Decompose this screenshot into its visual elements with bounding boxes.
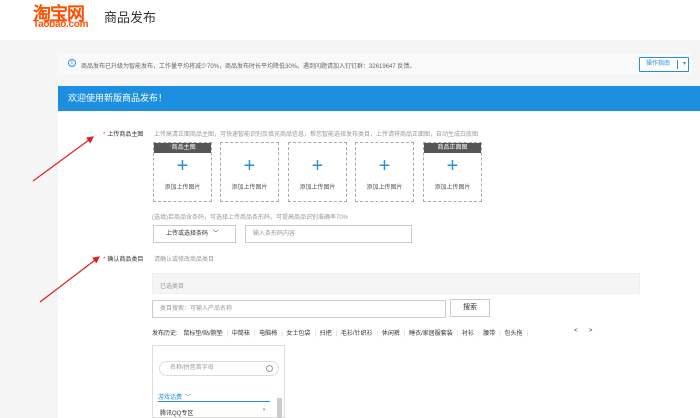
chevron-down-icon: ▾ (682, 61, 686, 67)
history-item[interactable]: 女士包袋 (286, 331, 310, 337)
plus-icon: + (311, 155, 324, 177)
guide-button[interactable]: 操作指南 ▾ (639, 57, 689, 72)
notice-text: 商品发布已升级为智能发布，工作量平均将减少70%，商品发布时长平均降低30%。遇… (81, 64, 416, 70)
category-search-input[interactable]: 类目搜索：可输入产品名称 (152, 300, 446, 318)
upload-box-label: 添加上传图片 (231, 185, 268, 191)
category-search-button[interactable]: 搜索 (450, 299, 490, 317)
plus-icon: + (243, 155, 256, 177)
upload-box[interactable]: + 添加上传图片 (288, 142, 347, 202)
history-item[interactable]: 衬衫 (462, 331, 474, 337)
page-title: 商品发布 (104, 10, 157, 25)
upload-main-image-label: * 上传商品主图 (103, 132, 144, 138)
barcode-hint: (选填)若商品含条码，可选择上传商品条形码，可提高商品识别准确率70% (152, 215, 349, 221)
top-bar: 淘宝网 Taobao.com 商品发布 (0, 0, 700, 40)
history-item[interactable]: 毛衫/针织衫 (341, 331, 373, 337)
category-tree-search[interactable]: 名称/拼音首字母 (159, 361, 279, 376)
upload-box[interactable]: + 添加上传图片 (220, 142, 279, 202)
notice-bar: i 商品发布已升级为智能发布，工作量平均将减少70%，商品发布时长平均降低30%… (58, 53, 692, 75)
history-item[interactable]: 鼠标垫/贴/腕垫 (183, 331, 222, 337)
publish-history: 发布历史: 鼠标垫/贴/腕垫 | 中筒袜 | 电脑椅 | 女士包袋 | 扫把 | 毛衫/针… (152, 328, 593, 337)
history-item[interactable]: 腰带 (483, 331, 495, 337)
category-tree-panel: 名称/拼音首字母 游戏话费 ﹀ 腾讯QQ专区 › (152, 345, 285, 418)
upload-box-label: 添加上传图片 (366, 185, 403, 191)
plus-icon: + (378, 155, 391, 177)
upload-box-label: 添加上传图片 (299, 185, 336, 191)
chevron-right-icon: › (263, 407, 265, 413)
upload-box-front[interactable]: 商品正面图 + 添加上传图片 (423, 142, 482, 202)
upload-hint: 上传高清正面商品主图，可快速智能识别及填充商品信息，帮您智能选择发布类目，上传请… (154, 132, 479, 138)
card-title: 欢迎使用新版商品发布！ (58, 86, 700, 111)
history-item[interactable]: 休闲裤 (382, 331, 400, 337)
tree-scrollbar[interactable] (277, 398, 282, 418)
history-item[interactable]: 睡衣/家居服套装 (409, 331, 453, 337)
history-next-icon[interactable]: > (589, 328, 593, 334)
category-hint: 请确认或修改商品类目 (154, 257, 215, 263)
plus-icon: + (446, 155, 459, 177)
guide-button-label: 操作指南 (646, 61, 671, 67)
barcode-select-button[interactable]: 上传或选择条码 ﹀ (153, 225, 236, 243)
upload-box-label: 添加上传图片 (434, 185, 471, 191)
chevron-down-icon: ﹀ (212, 231, 219, 237)
upload-box-label: 添加上传图片 (164, 185, 201, 191)
selected-category-box: 已选类目 (152, 273, 640, 294)
search-icon (266, 365, 273, 372)
history-prev-icon[interactable]: < (574, 328, 578, 334)
upload-box-tag: 商品正面图 (424, 143, 481, 153)
barcode-input[interactable]: 输入条形码内容 (245, 225, 412, 243)
history-item[interactable]: 包头拖 (504, 331, 522, 337)
taobao-logo-subtitle[interactable]: Taobao.com (33, 19, 88, 30)
upload-box-tag: *商品主图 (154, 143, 211, 153)
category-item[interactable]: 腾讯QQ专区 (160, 408, 193, 417)
history-item[interactable]: 中筒袜 (232, 331, 250, 337)
upload-box-main[interactable]: *商品主图 + 添加上传图片 (153, 142, 212, 202)
plus-icon: + (176, 155, 189, 177)
info-icon: i (68, 59, 76, 67)
confirm-category-label: * 确认商品类目 (103, 257, 144, 263)
category-group[interactable]: 游戏话费 ﹀ (158, 392, 191, 401)
history-item[interactable]: 扫把 (320, 331, 332, 337)
history-item[interactable]: 电脑椅 (259, 331, 277, 337)
upload-box[interactable]: + 添加上传图片 (355, 142, 414, 202)
